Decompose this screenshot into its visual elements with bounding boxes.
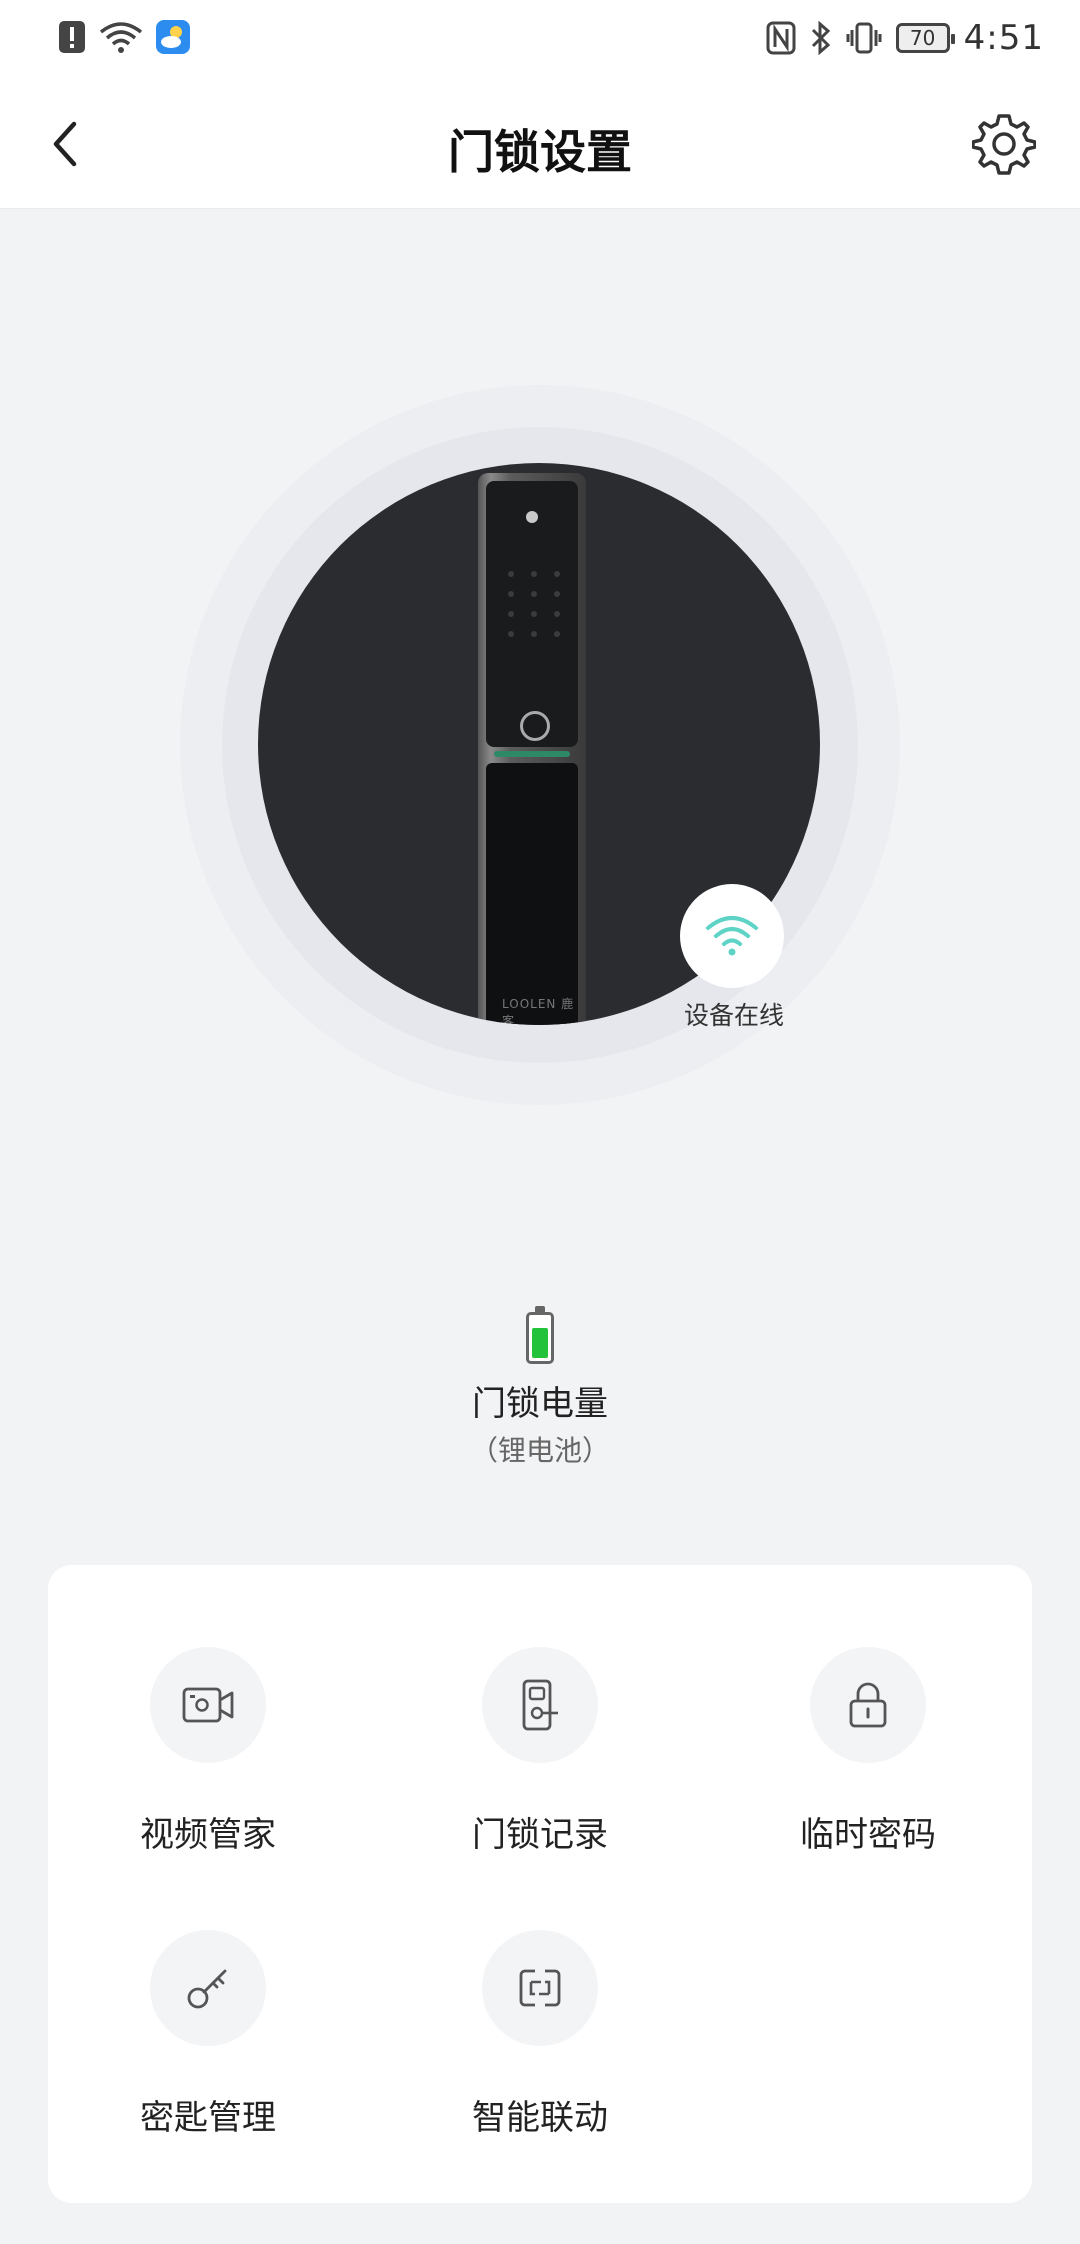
wifi-icon <box>706 916 758 956</box>
battery-indicator: 70 <box>895 23 955 53</box>
wifi-icon <box>99 22 143 53</box>
lock-indicator-strip <box>494 751 570 757</box>
online-status-label: 设备在线 <box>683 1001 784 1030</box>
video-camera-icon <box>182 1687 234 1723</box>
nfc-icon <box>766 21 796 55</box>
brand-logo: LOOLEN 鹿客 <box>502 997 575 1025</box>
battery-icon <box>526 1306 554 1364</box>
online-status-badge <box>680 884 784 988</box>
feature-label: 视频管家 <box>140 1815 276 1855</box>
door-lock-record-icon <box>522 1679 558 1731</box>
app-header: 门锁设置 <box>0 82 1080 209</box>
feature-video-manager[interactable]: 视频管家 <box>78 1647 338 1856</box>
link-icon <box>519 1969 561 2007</box>
bluetooth-icon <box>811 21 830 55</box>
padlock-icon <box>849 1682 887 1728</box>
vibrate-icon <box>846 22 882 54</box>
feature-label: 密匙管理 <box>140 2098 276 2138</box>
feature-icon-bg <box>810 1647 926 1763</box>
battery-title: 门锁电量 <box>472 1384 608 1424</box>
lock-keypad <box>504 571 564 637</box>
feature-key-management[interactable]: 密匙管理 <box>78 1930 338 2139</box>
feature-icon-bg <box>482 1647 598 1763</box>
status-bar: 70 4:51 <box>0 0 1080 82</box>
status-bar-left <box>58 20 190 54</box>
clock: 4:51 <box>963 18 1044 58</box>
battery-section: 门锁电量 （锂电池） <box>0 1306 1080 1469</box>
feature-lock-records[interactable]: 门锁记录 <box>410 1647 670 1856</box>
lock-handle: LOOLEN 鹿客 <box>486 763 578 1025</box>
feature-label: 门锁记录 <box>472 1815 608 1855</box>
battery-fill <box>532 1328 548 1358</box>
battery-level: 70 <box>909 26 936 50</box>
feature-icon-bg <box>150 1647 266 1763</box>
weather-icon <box>156 20 190 54</box>
feature-smart-linkage[interactable]: 智能联动 <box>410 1930 670 2139</box>
settings-button[interactable] <box>971 112 1037 176</box>
status-bar-right: 70 4:51 <box>766 18 1044 58</box>
battery-type: （锂电池） <box>469 1434 610 1467</box>
gear-icon <box>971 114 1037 175</box>
feature-icon-bg <box>482 1930 598 2046</box>
lock-camera <box>526 511 538 523</box>
feature-label: 临时密码 <box>800 1815 936 1855</box>
smart-lock-illustration: LOOLEN 鹿客 <box>478 473 586 1025</box>
fingerprint-sensor <box>520 711 550 741</box>
feature-card: 视频管家 门锁记录 临时密码 密匙管理 智能联动 <box>48 1565 1032 2203</box>
page-title: 门锁设置 <box>448 125 632 179</box>
key-icon <box>187 1969 227 2009</box>
lock-panel-top <box>486 481 578 747</box>
alert-icon <box>59 21 85 53</box>
feature-temp-password[interactable]: 临时密码 <box>738 1647 998 1856</box>
feature-label: 智能联动 <box>472 2098 608 2138</box>
feature-icon-bg <box>150 1930 266 2046</box>
